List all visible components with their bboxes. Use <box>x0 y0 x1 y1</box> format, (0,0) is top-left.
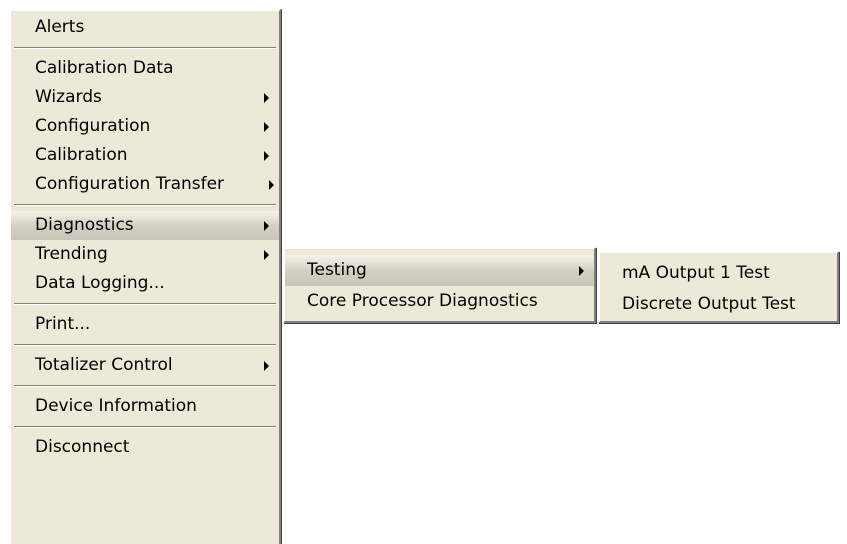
menu-item-totalizer-control[interactable]: Totalizer Control <box>11 351 279 380</box>
menu-item-label: Testing <box>307 260 367 280</box>
menu-separator <box>14 344 276 346</box>
menu-item-label: Calibration Data <box>35 58 174 78</box>
menu-item-label: Print... <box>35 314 91 334</box>
menu-item-trending[interactable]: Trending <box>11 240 279 269</box>
menu-separator <box>14 204 276 206</box>
submenu-arrow-icon <box>579 265 584 276</box>
menu-item-configuration-transfer[interactable]: Configuration Transfer <box>11 170 279 199</box>
menu-item-label: Device Information <box>35 396 197 416</box>
menu-item-diagnostics[interactable]: Diagnostics <box>11 211 279 240</box>
submenu-arrow-icon <box>264 121 269 132</box>
menu-item-label: Configuration Transfer <box>35 174 225 194</box>
menu-item-alerts[interactable]: Alerts <box>11 13 279 42</box>
menu-item-ma-output-1-test[interactable]: mA Output 1 Test <box>600 258 837 289</box>
menu-item-label: Discrete Output Test <box>622 294 796 314</box>
submenu-arrow-icon <box>269 179 274 190</box>
diagnostics-submenu: Testing Core Processor Diagnostics <box>283 247 596 323</box>
menu-item-data-logging[interactable]: Data Logging... <box>11 269 279 298</box>
context-menu: Alerts Calibration Data Wizards Configur… <box>9 9 281 544</box>
menu-item-core-processor-diagnostics[interactable]: Core Processor Diagnostics <box>285 286 594 317</box>
menu-item-label: Wizards <box>35 87 102 107</box>
menu-item-wizards[interactable]: Wizards <box>11 83 279 112</box>
menu-item-label: Trending <box>35 244 108 264</box>
menu-item-label: Diagnostics <box>35 215 134 235</box>
submenu-arrow-icon <box>264 150 269 161</box>
menu-item-calibration-data[interactable]: Calibration Data <box>11 54 279 83</box>
menu-item-label: Core Processor Diagnostics <box>307 291 538 311</box>
menu-item-label: mA Output 1 Test <box>622 263 770 283</box>
submenu-arrow-icon <box>264 249 269 260</box>
menu-item-label: Calibration <box>35 145 128 165</box>
testing-submenu: mA Output 1 Test Discrete Output Test <box>598 251 839 323</box>
menu-item-disconnect[interactable]: Disconnect <box>11 433 279 462</box>
menu-item-testing[interactable]: Testing <box>285 255 594 286</box>
menu-separator <box>14 47 276 49</box>
menu-item-label: Data Logging... <box>35 273 165 293</box>
submenu-arrow-icon <box>264 360 269 371</box>
menu-separator <box>14 303 276 305</box>
menu-item-device-information[interactable]: Device Information <box>11 392 279 421</box>
menu-item-calibration[interactable]: Calibration <box>11 141 279 170</box>
menu-item-configuration[interactable]: Configuration <box>11 112 279 141</box>
menu-separator <box>14 385 276 387</box>
menu-item-label: Configuration <box>35 116 151 136</box>
menu-separator <box>14 426 276 428</box>
menu-item-label: Alerts <box>35 17 85 37</box>
menu-item-print[interactable]: Print... <box>11 310 279 339</box>
menu-item-discrete-output-test[interactable]: Discrete Output Test <box>600 289 837 320</box>
submenu-arrow-icon <box>264 92 269 103</box>
menu-item-label: Totalizer Control <box>35 355 173 375</box>
menu-item-label: Disconnect <box>35 437 130 457</box>
submenu-arrow-icon <box>264 220 269 231</box>
